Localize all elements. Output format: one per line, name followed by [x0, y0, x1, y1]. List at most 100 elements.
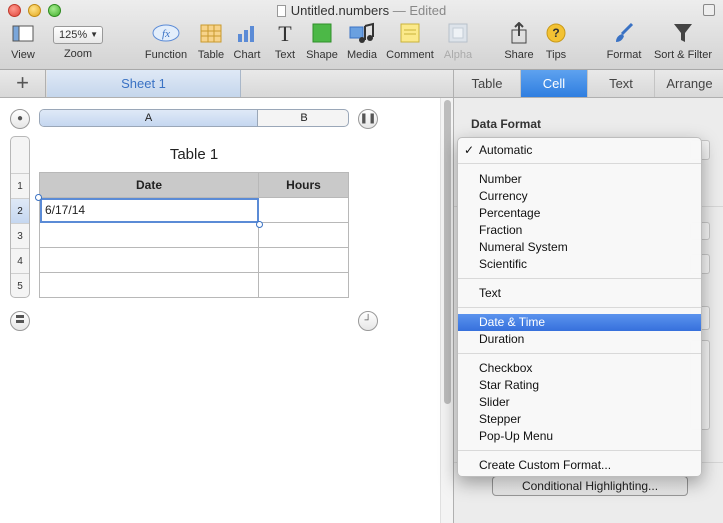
text-button[interactable]: T Text: [270, 21, 300, 61]
table-cell-b5[interactable]: [258, 272, 349, 298]
row-header-4[interactable]: 4: [11, 248, 29, 273]
menu-item-text[interactable]: Text: [458, 285, 701, 302]
table-button[interactable]: Table: [196, 22, 226, 61]
row-header-2[interactable]: 2: [11, 198, 29, 223]
column-header-bar: A B: [39, 109, 349, 127]
plus-icon: +: [16, 70, 29, 95]
tips-glyph: ?: [552, 26, 559, 40]
data-format-heading: Data Format: [471, 117, 542, 131]
menu-item-automatic[interactable]: ✓ Automatic: [458, 142, 701, 159]
table-title[interactable]: Table 1: [39, 146, 349, 163]
chevron-down-icon: ▼: [90, 30, 98, 39]
chart-icon: [232, 22, 262, 48]
circle-dot-icon: ●: [16, 113, 24, 124]
tips-label: Tips: [545, 49, 567, 61]
text-icon: T: [270, 21, 300, 48]
text-label: Text: [274, 49, 296, 61]
table-cell-a3[interactable]: [39, 222, 259, 248]
function-label: Function: [144, 49, 188, 61]
canvas-vertical-scrollbar[interactable]: [440, 98, 453, 523]
tab-cell[interactable]: Cell: [521, 70, 588, 97]
function-button[interactable]: fx Function: [143, 22, 189, 61]
menu-item-currency[interactable]: Currency: [458, 188, 701, 205]
tips-button[interactable]: ? Tips: [540, 22, 572, 61]
column-header-a[interactable]: A: [40, 110, 258, 126]
table-cell-a5[interactable]: [39, 272, 259, 298]
sort-filter-label: Sort & Filter: [653, 49, 713, 61]
menu-item-number[interactable]: Number: [458, 171, 701, 188]
menu-separator: [458, 307, 701, 308]
resize-table-handle[interactable]: ┘: [358, 311, 378, 331]
menu-item-date-time[interactable]: Date & Time: [458, 314, 701, 331]
document-filename: Untitled.numbers: [290, 3, 390, 18]
table-cell-b3[interactable]: [258, 222, 349, 248]
menu-separator: [458, 278, 701, 279]
menu-item-fraction[interactable]: Fraction: [458, 222, 701, 239]
row-header-bar: 1 2 3 4 5: [10, 136, 30, 298]
data-format-menu: ✓ Automatic Number Currency Percentage Fr…: [457, 137, 702, 477]
view-icon: [6, 22, 40, 48]
conditional-highlighting-button[interactable]: Conditional Highlighting...: [492, 476, 688, 496]
funnel-icon: [651, 22, 715, 48]
comment-button[interactable]: Comment: [384, 22, 436, 61]
share-button[interactable]: Share: [502, 21, 536, 61]
paintbrush-icon: [604, 22, 644, 48]
menu-item-stepper[interactable]: Stepper: [458, 411, 701, 428]
header-cell-hours[interactable]: Hours: [258, 172, 349, 198]
menu-item-checkbox[interactable]: Checkbox: [458, 360, 701, 377]
table-cell-b4[interactable]: [258, 247, 349, 273]
header-cell-date[interactable]: Date: [39, 172, 259, 198]
menu-item-popup-menu[interactable]: Pop-Up Menu: [458, 428, 701, 445]
alpha-button[interactable]: Alpha: [441, 22, 475, 61]
menu-item-slider[interactable]: Slider: [458, 394, 701, 411]
media-label: Media: [347, 49, 377, 61]
table-cell-b2[interactable]: [258, 197, 349, 223]
scrollbar-thumb[interactable]: [444, 100, 451, 404]
menu-item-duration[interactable]: Duration: [458, 331, 701, 348]
tab-sheet-1[interactable]: Sheet 1: [47, 70, 241, 97]
row-header-3[interactable]: 3: [11, 223, 29, 248]
table-cell-a2[interactable]: 6/17/14: [39, 197, 259, 223]
add-column-handle[interactable]: ❚❚: [358, 109, 378, 129]
selection-handle-bottom-right[interactable]: [256, 221, 263, 228]
shape-button[interactable]: Shape: [306, 22, 338, 61]
chart-label: Chart: [233, 49, 261, 61]
data-table: Date Hours 6/17/14: [39, 172, 349, 298]
menu-item-percentage[interactable]: Percentage: [458, 205, 701, 222]
menu-item-create-custom-format[interactable]: Create Custom Format...: [458, 457, 701, 474]
menu-item-star-rating[interactable]: Star Rating: [458, 377, 701, 394]
tab-table[interactable]: Table: [454, 70, 521, 97]
zoom-select[interactable]: 125% ▼: [53, 26, 103, 44]
pause-bars-icon: ❚❚: [359, 113, 377, 124]
format-button[interactable]: Format: [604, 22, 644, 61]
alpha-icon: [441, 22, 475, 48]
tips-icon: ?: [540, 22, 572, 48]
media-button[interactable]: Media: [345, 22, 379, 61]
table-select-handle[interactable]: ●: [10, 109, 30, 129]
column-header-b[interactable]: B: [259, 110, 348, 126]
menu-separator: [458, 353, 701, 354]
sheet-canvas[interactable]: ● A B ❚❚ 1 2 3 4 5 Table 1 Date Hours 6/…: [0, 98, 440, 523]
document-icon: [276, 5, 286, 17]
row-header-5[interactable]: 5: [11, 273, 29, 297]
sort-filter-button[interactable]: Sort & Filter: [651, 22, 715, 61]
table-cell-a4[interactable]: [39, 247, 259, 273]
table-header-row: Date Hours: [39, 172, 349, 198]
zoom-control[interactable]: 125% ▼ Zoom: [50, 22, 106, 60]
selection-handle-top-left[interactable]: [35, 194, 42, 201]
menu-item-numeral-system[interactable]: Numeral System: [458, 239, 701, 256]
menu-item-scientific[interactable]: Scientific: [458, 256, 701, 273]
add-sheet-button[interactable]: +: [0, 70, 46, 97]
add-row-handle[interactable]: 〓: [10, 311, 30, 331]
function-glyph: fx: [162, 28, 170, 40]
tab-arrange[interactable]: Arrange: [655, 70, 723, 97]
row-header-1[interactable]: 1: [11, 173, 29, 198]
chart-button[interactable]: Chart: [232, 22, 262, 61]
text-glyph: T: [278, 22, 292, 44]
tab-text[interactable]: Text: [588, 70, 655, 97]
equals-bars-icon: 〓: [15, 315, 25, 326]
sheet-tab-bar: + Sheet 1: [0, 70, 453, 98]
view-button[interactable]: View: [6, 22, 40, 61]
checkmark-icon: ✓: [464, 143, 475, 157]
table-label: Table: [197, 49, 225, 61]
